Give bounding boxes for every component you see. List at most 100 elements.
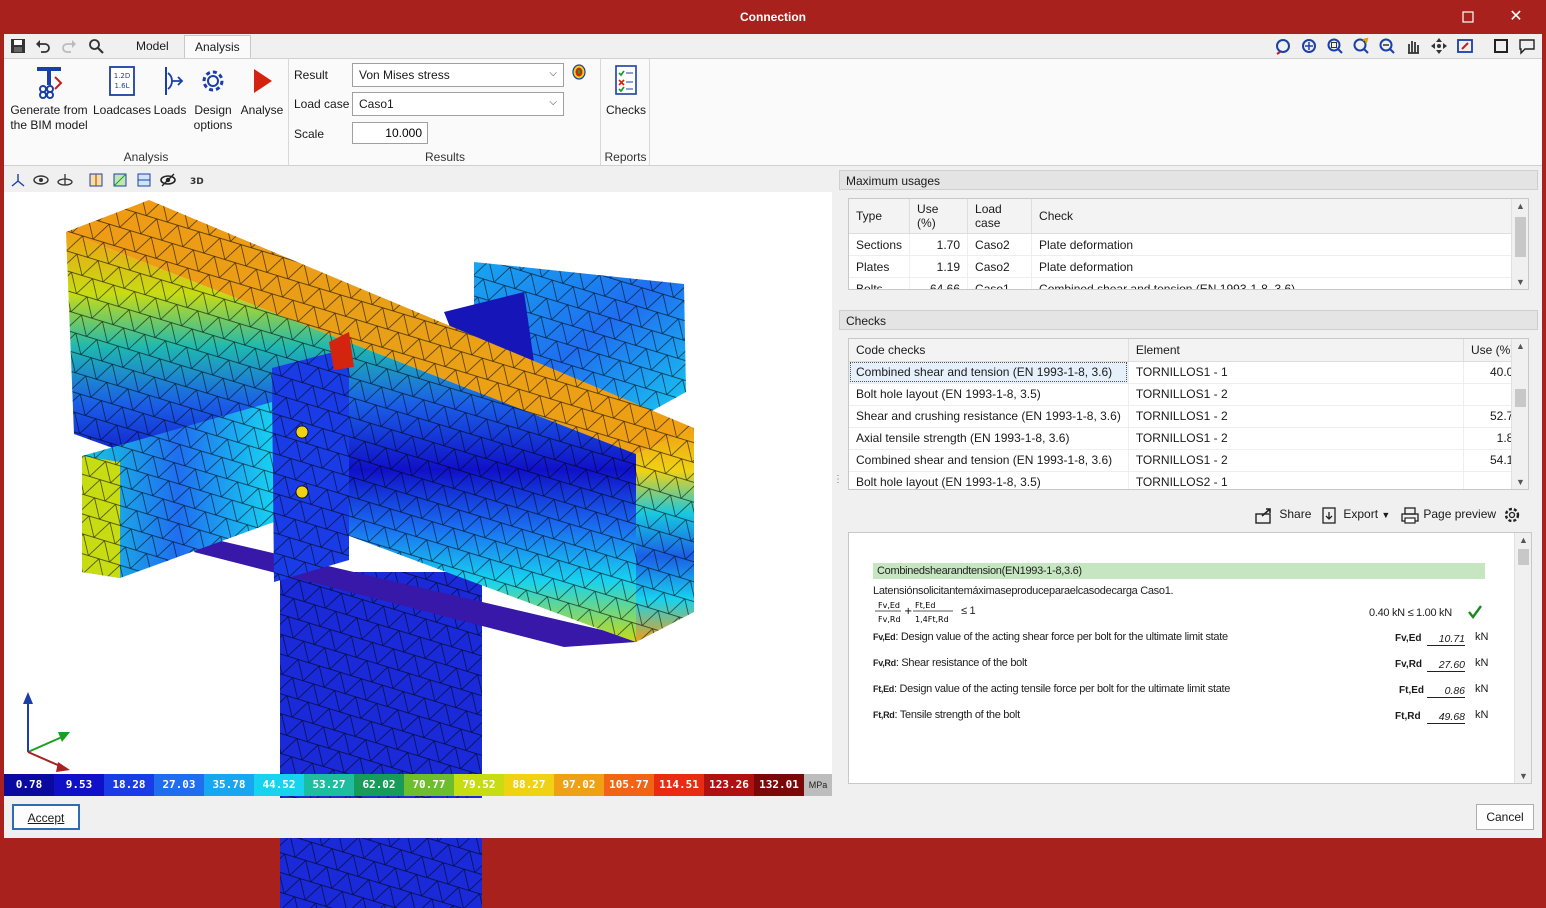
cell-element: TORNILLOS1 - 2 xyxy=(1128,427,1465,450)
table-row[interactable]: Sections 1.70 Caso2 Plate deformation xyxy=(849,233,1528,256)
checks-scrollbar[interactable]: ▲ ▼ xyxy=(1511,339,1528,489)
close-button[interactable]: ✕ xyxy=(1506,8,1526,26)
svg-text:1,4Ft,Rd: 1,4Ft,Rd xyxy=(915,615,949,624)
color-scale-icon[interactable] xyxy=(572,64,586,80)
scroll-up-icon[interactable]: ▲ xyxy=(1512,341,1528,351)
visibility-icon[interactable] xyxy=(33,172,49,188)
scroll-thumb[interactable] xyxy=(1515,389,1526,407)
column-header-code-checks[interactable]: Code checks xyxy=(849,339,1129,362)
zoom-out-icon[interactable] xyxy=(1378,37,1396,55)
maximize-button[interactable] xyxy=(1458,8,1478,26)
cell-use: 64.66 xyxy=(909,277,969,289)
refresh-zoom-icon[interactable] xyxy=(1352,37,1370,55)
section-view-icon[interactable] xyxy=(88,172,104,188)
scroll-up-icon[interactable]: ▲ xyxy=(1512,201,1528,211)
loadcases-button[interactable]: 1.2D 1.6L Loadcases xyxy=(92,63,152,118)
check-ok-icon xyxy=(1467,604,1483,623)
scale-input[interactable] xyxy=(352,122,428,144)
redo-icon[interactable] xyxy=(61,38,77,54)
report-heading: Combinedshearandtension(EN1993-1-8,3.6) xyxy=(873,563,1485,579)
cell-code-check: Combined shear and tension (EN 1993-1-8,… xyxy=(849,361,1129,384)
report-settings-button[interactable] xyxy=(1502,505,1522,528)
param-row: Fv,Rd: Shear resistance of the bolt xyxy=(873,657,1027,669)
undo-icon[interactable] xyxy=(35,38,51,54)
eye-icon[interactable] xyxy=(160,172,176,188)
cell-code-check: Bolt hole layout (EN 1993-1-8, 3.5) xyxy=(849,471,1129,489)
save-icon[interactable] xyxy=(10,38,26,54)
scroll-up-icon[interactable]: ▲ xyxy=(1515,535,1531,545)
column-header-use[interactable]: Use (%) xyxy=(909,199,969,234)
stress-color-legend: 0.78 9.53 18.28 27.03 35.78 44.52 53.27 62.02 70… xyxy=(4,774,832,796)
table-row[interactable]: Bolt hole layout (EN 1993-1-8, 3.5) TORN… xyxy=(849,471,1528,489)
cell-loadcase: Caso2 xyxy=(967,233,1033,256)
zoom-all-icon[interactable] xyxy=(1300,37,1318,55)
3d-view-icon[interactable]: 3D xyxy=(189,172,205,188)
scroll-down-icon[interactable]: ▼ xyxy=(1515,771,1531,781)
scale-label: Scale xyxy=(294,127,325,141)
comments-icon[interactable] xyxy=(1518,37,1536,55)
analyse-button[interactable]: Analyse xyxy=(238,63,286,118)
table-row[interactable]: Shear and crushing resistance (EN 1993-1… xyxy=(849,405,1528,428)
page-preview-button[interactable]: Page preview xyxy=(1400,506,1496,524)
pan-hand-icon[interactable] xyxy=(1404,37,1422,55)
svg-text:+: + xyxy=(904,606,912,617)
table-row[interactable]: Combined shear and tension (EN 1993-1-8,… xyxy=(849,361,1528,384)
result-select[interactable]: Von Mises stress ⌵ xyxy=(352,63,564,87)
view-window-icon[interactable] xyxy=(1456,37,1474,55)
cell-type: Bolts xyxy=(849,277,911,289)
share-button[interactable]: Share xyxy=(1254,506,1311,524)
loads-button[interactable]: Loads xyxy=(152,63,188,118)
chevron-down-icon: ▼ xyxy=(1381,510,1391,521)
scroll-thumb[interactable] xyxy=(1515,217,1526,257)
axes-icon[interactable] xyxy=(10,172,26,188)
legend-value: 132.01 xyxy=(754,774,804,796)
cancel-button[interactable]: Cancel xyxy=(1476,804,1534,830)
checks-button[interactable]: Checks xyxy=(604,63,648,118)
model-viewport[interactable]: 3D xyxy=(4,168,832,908)
cell-element: TORNILLOS1 - 1 xyxy=(1128,361,1465,384)
legend-unit: MPa xyxy=(804,774,832,796)
table-row[interactable]: Axial tensile strength (EN 1993-1-8, 3.6… xyxy=(849,427,1528,450)
cell-type: Plates xyxy=(849,255,911,278)
plane-view-icon[interactable] xyxy=(112,172,128,188)
scroll-down-icon[interactable]: ▼ xyxy=(1512,277,1528,287)
maximum-usages-title: Maximum usages xyxy=(839,170,1538,190)
usages-scrollbar[interactable]: ▲ ▼ xyxy=(1511,199,1528,289)
cell-code-check: Axial tensile strength (EN 1993-1-8, 3.6… xyxy=(849,427,1129,450)
scroll-thumb[interactable] xyxy=(1518,549,1529,565)
search-icon[interactable] xyxy=(88,38,104,54)
design-options-button[interactable]: Design options xyxy=(190,63,236,133)
column-header-check[interactable]: Check xyxy=(1031,199,1528,234)
column-header-element[interactable]: Element xyxy=(1128,339,1465,362)
tab-analysis[interactable]: Analysis xyxy=(184,35,251,58)
report-scrollbar[interactable]: ▲ ▼ xyxy=(1514,533,1531,783)
generate-from-bim-button[interactable]: Generate from the BIM model xyxy=(8,63,90,133)
share-icon xyxy=(1255,508,1271,524)
zoom-previous-icon[interactable] xyxy=(1274,37,1292,55)
param-unit: kN xyxy=(1475,631,1489,643)
cell-use: 1.19 xyxy=(909,255,969,278)
orbit-icon[interactable] xyxy=(57,172,73,188)
grid-view-icon[interactable] xyxy=(136,172,152,188)
column-header-loadcase[interactable]: Load case xyxy=(967,199,1033,234)
zoom-window-icon[interactable] xyxy=(1326,37,1344,55)
table-row[interactable]: Combined shear and tension (EN 1993-1-8,… xyxy=(849,449,1528,472)
single-window-icon[interactable] xyxy=(1492,37,1510,55)
tab-model[interactable]: Model xyxy=(126,35,179,58)
param-row: Fv,Ed: Design value of the acting shear … xyxy=(873,631,1228,643)
scroll-down-icon[interactable]: ▼ xyxy=(1512,477,1528,487)
table-row[interactable]: Bolts 64.66 Caso1 Combined shear and ten… xyxy=(849,277,1528,289)
interaction-formula: Fv,Ed Fv,Rd + Ft,Ed 1,4Ft,Rd xyxy=(873,599,963,625)
gear-icon xyxy=(202,70,224,92)
move-arrows-icon[interactable] xyxy=(1430,37,1448,55)
table-row[interactable]: Plates 1.19 Caso2 Plate deformation xyxy=(849,255,1528,278)
export-button[interactable]: Export ▼ xyxy=(1320,506,1390,524)
column-header-type[interactable]: Type xyxy=(849,199,911,234)
group-label-results: Results xyxy=(424,150,465,164)
accept-button[interactable]: Accept xyxy=(12,804,80,830)
checklist-icon xyxy=(615,65,637,95)
loadcase-select[interactable]: Caso1 ⌵ xyxy=(352,92,564,116)
group-label-reports: Reports xyxy=(604,150,647,164)
param-symbol: Fv,Ed xyxy=(1395,633,1422,644)
table-row[interactable]: Bolt hole layout (EN 1993-1-8, 3.5) TORN… xyxy=(849,383,1528,406)
